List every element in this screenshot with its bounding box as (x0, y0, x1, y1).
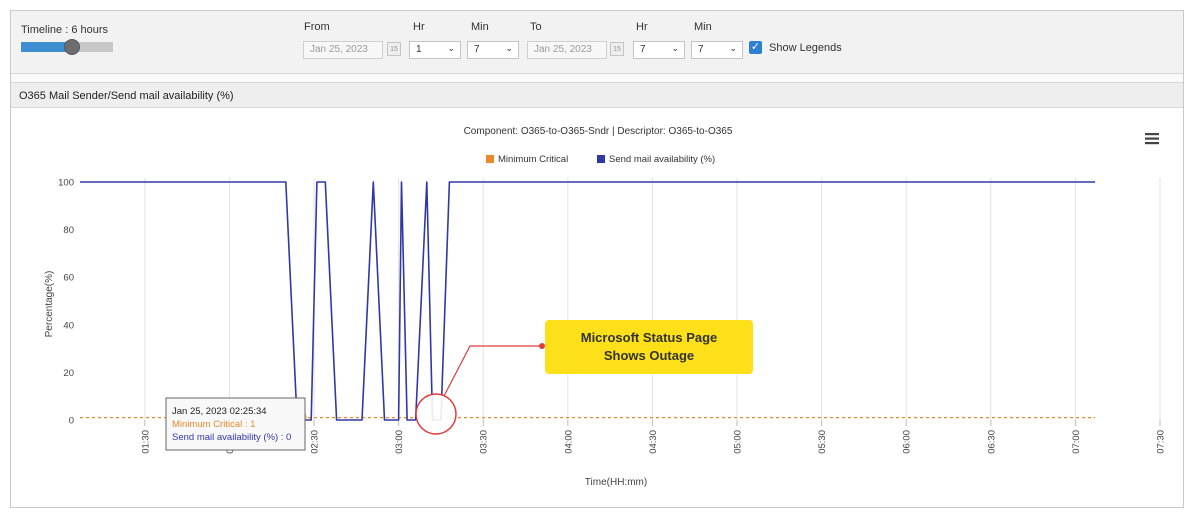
chart-title: Component: O365-to-O365-Sndr | Descripto… (464, 126, 733, 137)
callout-connector (443, 345, 542, 397)
legend-label: Minimum Critical (498, 154, 568, 165)
hamburger-menu-icon[interactable] (1145, 133, 1159, 145)
tooltip-date: Jan 25, 2023 02:25:34 (172, 406, 267, 417)
callout-line-2: Shows Outage (604, 348, 694, 363)
x-tick-label: 05:30 (817, 430, 828, 454)
x-tick-label: 06:30 (986, 430, 997, 454)
outage-callout: Microsoft Status Page Shows Outage (415, 320, 753, 435)
callout-line-1: Microsoft Status Page (581, 330, 718, 345)
callout-box (545, 320, 753, 374)
x-tick-label: 03:30 (479, 430, 490, 454)
y-tick-label: 20 (63, 368, 74, 379)
y-tick-label: 40 (63, 320, 74, 331)
tooltip-availability: Send mail availability (%) : 0 (172, 432, 291, 443)
chart-tooltip: Jan 25, 2023 02:25:34 Minimum Critical :… (165, 397, 306, 451)
x-tick-label: 01:30 (140, 430, 151, 454)
x-tick-label: 04:00 (563, 430, 574, 454)
legend-swatch (486, 155, 494, 163)
x-tick-label: 02:30 (310, 430, 321, 454)
x-tick-label: 06:00 (902, 430, 913, 454)
x-tick-label: 07:30 (1156, 430, 1167, 454)
x-tick-label: 04:30 (648, 430, 659, 454)
series-line (80, 181, 1096, 421)
x-tick-label: 05:00 (733, 430, 744, 454)
callout-dot (539, 343, 545, 349)
x-tick-label: 07:00 (1071, 430, 1082, 454)
tooltip-min-critical: Minimum Critical : 1 (172, 419, 255, 430)
y-tick-label: 100 (58, 178, 74, 189)
y-tick-label: 60 (63, 273, 74, 284)
legend-label: Send mail availability (%) (609, 154, 715, 165)
x-tick-label: 03:00 (394, 430, 405, 454)
y-tick-label: 80 (63, 225, 74, 236)
y-axis-label: Percentage(%) (44, 271, 55, 338)
x-axis-label: Time(HH:mm) (585, 477, 647, 488)
y-tick-label: 0 (69, 416, 74, 427)
callout-ring (415, 393, 457, 435)
availability-chart: 02040608010001:3002:0002:3003:0003:3004:… (44, 126, 1167, 488)
legend-swatch (597, 155, 605, 163)
